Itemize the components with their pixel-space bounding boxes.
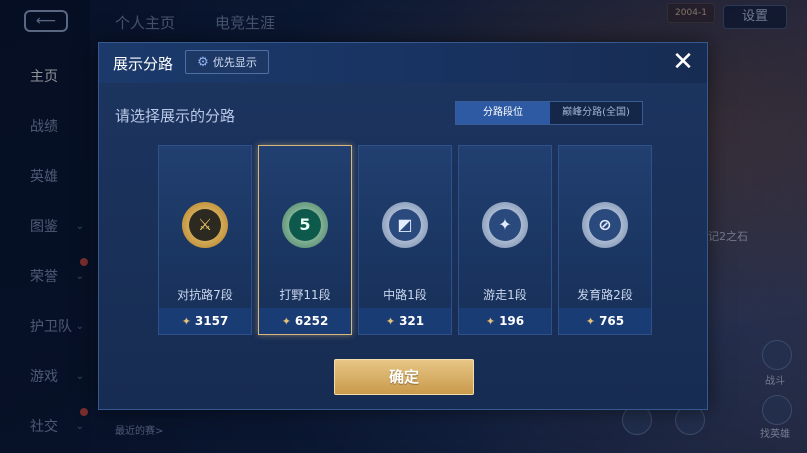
dialog-header: 展示分路 ⚙ 优先显示 ✕ bbox=[99, 43, 707, 83]
route-points: 196 bbox=[499, 314, 525, 328]
tab-route-rank[interactable]: 分路段位 bbox=[456, 102, 550, 124]
emblem-glyph: ⊘ bbox=[589, 209, 621, 241]
card-footer: ✦ 196 bbox=[459, 308, 551, 334]
confirm-button[interactable]: 确定 bbox=[334, 359, 474, 395]
route-points: 6252 bbox=[294, 314, 329, 328]
dialog-title: 展示分路 bbox=[113, 55, 174, 73]
close-button[interactable]: ✕ bbox=[668, 48, 698, 78]
route-card-top[interactable]: ⚔ 对抗路7段 ✦ 3157 bbox=[158, 145, 252, 335]
priority-display-button[interactable]: ⚙ 优先显示 bbox=[185, 50, 269, 74]
points-icon: ✦ bbox=[281, 314, 291, 328]
card-footer: ✦ 6252 bbox=[259, 308, 351, 334]
route-points: 3157 bbox=[194, 314, 229, 328]
tab-peak-route[interactable]: 巅峰分路(全国) bbox=[550, 102, 642, 124]
emblem-glyph: 5 bbox=[289, 209, 321, 241]
route-label: 中路1段 bbox=[383, 288, 427, 302]
rank-emblem-icon: ✦ bbox=[482, 202, 528, 248]
route-label: 打野11段 bbox=[279, 288, 331, 302]
points-icon: ✦ bbox=[181, 314, 191, 328]
route-select-dialog: 展示分路 ⚙ 优先显示 ✕ 请选择展示的分路 分路段位 巅峰分路(全国) ⚔ 对… bbox=[98, 42, 708, 410]
rank-emblem-icon: ⊘ bbox=[582, 202, 628, 248]
points-icon: ✦ bbox=[585, 314, 596, 328]
route-card-mid[interactable]: ◩ 中路1段 ✦ 321 bbox=[358, 145, 452, 335]
route-label: 发育路2段 bbox=[577, 288, 633, 302]
rank-emblem-icon: ◩ bbox=[382, 202, 428, 248]
route-type-toggle: 分路段位 巅峰分路(全国) bbox=[455, 101, 643, 125]
route-label: 游走1段 bbox=[483, 288, 527, 302]
dialog-subtitle: 请选择展示的分路 bbox=[115, 107, 236, 125]
points-icon: ✦ bbox=[485, 314, 496, 328]
emblem-glyph: ✦ bbox=[489, 209, 521, 241]
emblem-glyph: ◩ bbox=[389, 209, 421, 241]
card-footer: ✦ 3157 bbox=[159, 308, 251, 334]
card-footer: ✦ 321 bbox=[359, 308, 451, 334]
priority-label: 优先显示 bbox=[212, 56, 257, 69]
route-label: 对抗路7段 bbox=[177, 288, 233, 302]
route-card-roam[interactable]: ✦ 游走1段 ✦ 196 bbox=[458, 145, 552, 335]
emblem-glyph: ⚔ bbox=[189, 209, 221, 241]
route-card-farm[interactable]: ⊘ 发育路2段 ✦ 765 bbox=[558, 145, 652, 335]
card-footer: ✦ 765 bbox=[559, 308, 651, 334]
route-points: 321 bbox=[399, 314, 425, 328]
rank-emblem-icon: ⚔ bbox=[182, 202, 228, 248]
route-points: 765 bbox=[599, 314, 625, 328]
gear-icon: ⚙ bbox=[197, 54, 209, 70]
points-icon: ✦ bbox=[385, 314, 396, 328]
route-card-jungle[interactable]: 5 打野11段 ✦ 6252 bbox=[258, 145, 352, 335]
rank-emblem-icon: 5 bbox=[282, 202, 328, 248]
